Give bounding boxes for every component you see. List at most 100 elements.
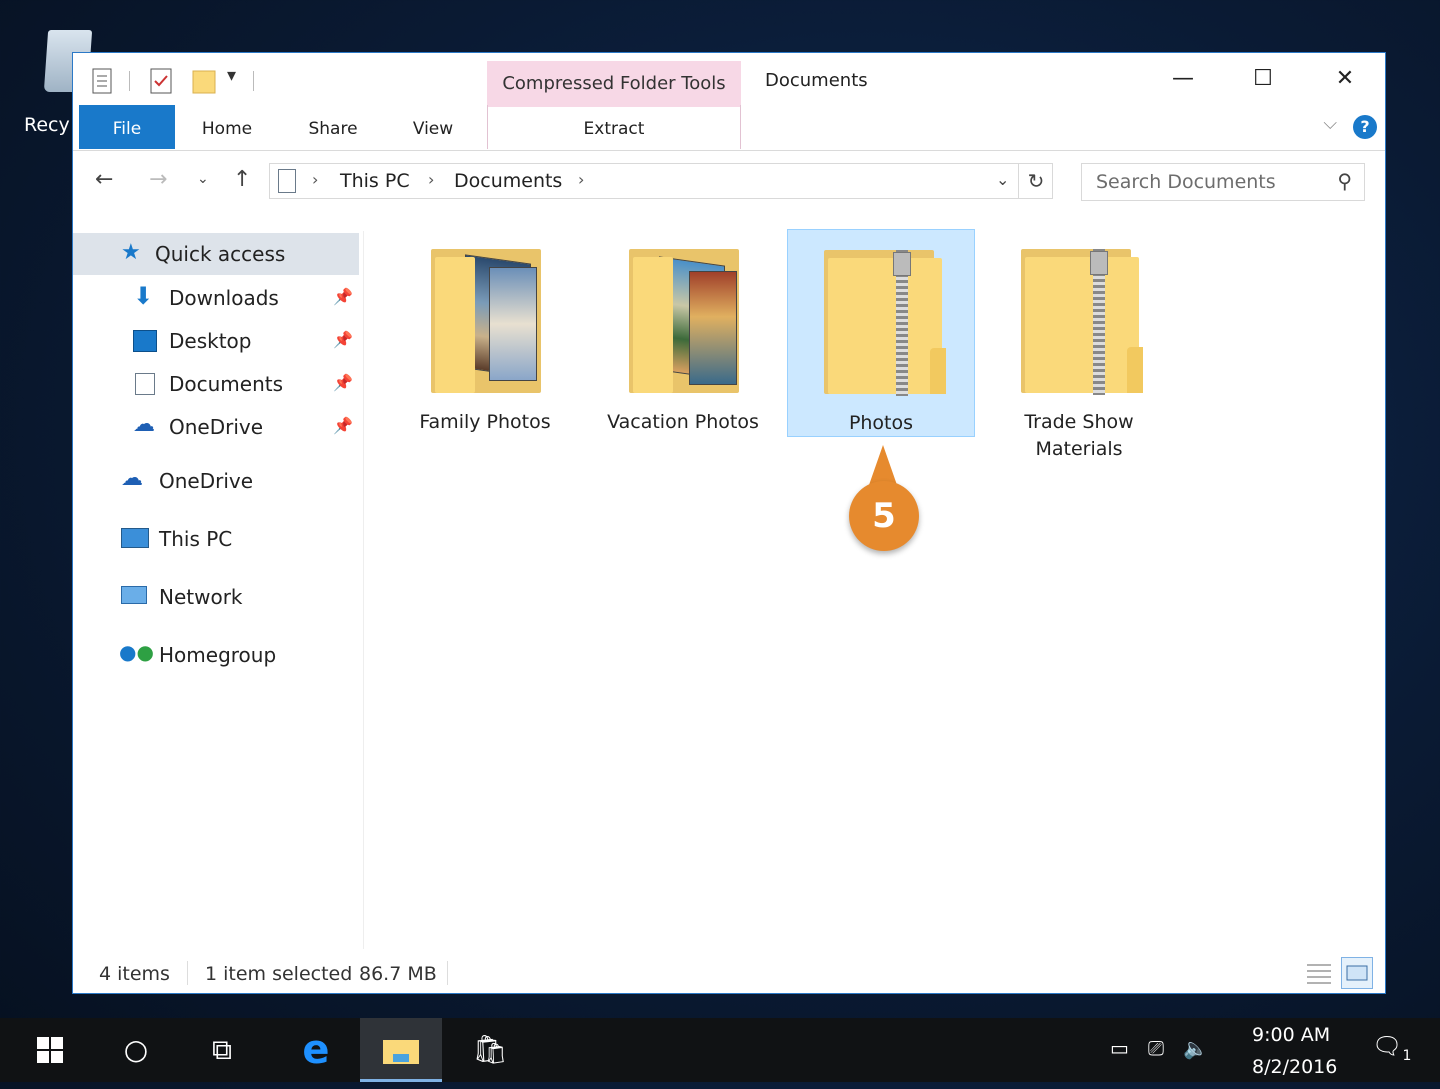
photo-folder-icon xyxy=(431,249,545,393)
clock-date[interactable]: 8/2/2016 xyxy=(1252,1056,1337,1078)
pin-icon[interactable]: 📌 xyxy=(333,287,353,306)
desktop-icon xyxy=(133,330,157,352)
back-icon[interactable]: ← xyxy=(95,167,113,192)
documents-icon xyxy=(135,373,155,395)
item-count: 4 items xyxy=(99,963,170,985)
search-placeholder: Search Documents xyxy=(1096,171,1276,193)
edge-icon[interactable]: e xyxy=(284,1018,348,1082)
sidebar-item-network[interactable]: Network xyxy=(73,576,359,618)
navigation-pane: ★ Quick access ⬇ Downloads 📌 Desktop 📌 D… xyxy=(73,231,364,949)
homegroup-icon: ●● xyxy=(119,640,154,664)
file-item-vacation-photos[interactable]: Vacation Photos xyxy=(589,229,777,437)
sidebar-item-downloads[interactable]: ⬇ Downloads 📌 xyxy=(73,277,359,319)
sidebar-item-documents[interactable]: Documents 📌 xyxy=(73,363,359,405)
checklist-icon[interactable] xyxy=(149,67,173,99)
file-item-family-photos[interactable]: Family Photos xyxy=(391,229,579,437)
breadcrumb-this-pc[interactable]: This PC xyxy=(340,170,410,192)
address-bar[interactable]: › This PC › Documents › ⌄ ↻ xyxy=(269,163,1053,199)
clock-time[interactable]: 9:00 AM xyxy=(1252,1024,1330,1046)
file-explorer-window: ▾ Compressed Folder Tools Documents — ☐ … xyxy=(72,52,1386,994)
sidebar-item-label: Documents xyxy=(169,372,284,396)
tab-file[interactable]: File xyxy=(79,105,175,149)
network-icon xyxy=(121,586,147,604)
sidebar-item-quick-access[interactable]: ★ Quick access xyxy=(73,233,359,275)
breadcrumb-separator: › xyxy=(312,170,319,189)
status-divider xyxy=(447,961,448,985)
file-item-photos[interactable]: Photos xyxy=(787,229,975,437)
store-icon[interactable]: 🛍 xyxy=(458,1018,522,1082)
notification-count: 1 xyxy=(1402,1047,1412,1064)
computer-icon xyxy=(121,528,149,548)
ribbon-collapse-icon[interactable]: ⌵ xyxy=(1323,113,1337,134)
qat-divider-2 xyxy=(253,71,254,91)
status-divider xyxy=(187,961,188,985)
pin-icon[interactable]: 📌 xyxy=(333,416,353,435)
new-folder-icon[interactable] xyxy=(191,67,217,99)
sidebar-item-this-pc[interactable]: This PC xyxy=(73,518,359,560)
sidebar-item-label: Quick access xyxy=(155,242,286,266)
sidebar-item-onedrive[interactable]: ☁ OneDrive xyxy=(73,460,359,502)
sidebar-item-label: OneDrive xyxy=(169,415,264,439)
search-box[interactable]: Search Documents ⚲ xyxy=(1081,163,1365,201)
search-cortana-icon[interactable]: ○ xyxy=(104,1018,168,1082)
pin-icon[interactable]: 📌 xyxy=(333,330,353,349)
file-name: Photos xyxy=(848,412,914,434)
documents-location-icon xyxy=(278,169,296,193)
action-center-icon[interactable]: 🗨1 xyxy=(1372,1032,1411,1064)
file-name: Family Photos xyxy=(419,411,551,433)
sidebar-item-label: Network xyxy=(159,585,243,609)
photo-folder-icon xyxy=(629,249,743,393)
refresh-icon[interactable]: ↻ xyxy=(1018,164,1053,198)
power-icon[interactable]: ▭ xyxy=(1110,1036,1129,1060)
start-button[interactable] xyxy=(18,1018,82,1082)
status-bar: 4 items 1 item selected 86.7 MB xyxy=(73,953,1385,993)
breadcrumb-documents[interactable]: Documents xyxy=(454,170,562,192)
search-icon[interactable]: ⚲ xyxy=(1337,169,1352,193)
address-dropdown-icon[interactable]: ⌄ xyxy=(996,170,1009,189)
details-view-icon[interactable] xyxy=(1303,957,1335,989)
large-icons-view-icon[interactable] xyxy=(1341,957,1373,989)
up-icon[interactable]: ↑ xyxy=(233,167,251,192)
taskbar: ○ ⧉ e 🛍 ▭ ⎚ 🔈 9:00 AM 8/2/2016 🗨1 xyxy=(0,1018,1440,1082)
task-view-icon[interactable]: ⧉ xyxy=(190,1018,254,1082)
sidebar-item-label: Downloads xyxy=(169,286,279,310)
recent-locations-icon[interactable]: ⌄ xyxy=(197,171,209,187)
breadcrumb-separator: › xyxy=(428,170,435,189)
customize-qat-icon[interactable]: ▾ xyxy=(227,65,236,86)
file-explorer-taskbar-icon[interactable] xyxy=(360,1018,442,1082)
minimize-button[interactable]: — xyxy=(1153,61,1213,97)
context-group-title: Compressed Folder Tools xyxy=(502,73,726,94)
tab-view[interactable]: View xyxy=(395,105,471,149)
cloud-icon: ☁ xyxy=(121,466,143,491)
file-name: Vacation Photos xyxy=(607,411,759,433)
cloud-icon: ☁ xyxy=(133,412,155,437)
tab-share[interactable]: Share xyxy=(295,105,371,149)
selection-count: 1 item selected xyxy=(205,963,353,985)
sidebar-item-desktop[interactable]: Desktop 📌 xyxy=(73,320,359,362)
pin-icon[interactable]: 📌 xyxy=(333,373,353,392)
help-icon[interactable]: ? xyxy=(1353,115,1377,139)
callout-pointer xyxy=(869,445,897,485)
volume-icon[interactable]: 🔈 xyxy=(1183,1036,1208,1060)
network-tray-icon[interactable]: ⎚ xyxy=(1148,1036,1164,1060)
zip-folder-icon xyxy=(1021,249,1143,395)
window-title: Documents xyxy=(765,70,868,91)
title-bar: ▾ Compressed Folder Tools Documents — ☐ … xyxy=(73,53,1385,107)
download-arrow-icon: ⬇ xyxy=(133,282,154,310)
sidebar-item-onedrive-pinned[interactable]: ☁ OneDrive 📌 xyxy=(73,406,359,448)
sidebar-item-label: Homegroup xyxy=(159,643,277,667)
forward-icon[interactable]: → xyxy=(149,167,167,192)
recycle-bin-label: Recy xyxy=(24,114,70,136)
properties-icon[interactable] xyxy=(91,67,115,99)
navigation-bar: ← → ⌄ ↑ › This PC › Documents › ⌄ ↻ Sear… xyxy=(73,151,1385,213)
maximize-button[interactable]: ☐ xyxy=(1233,61,1293,97)
qat-divider xyxy=(129,71,130,91)
file-item-trade-show-materials[interactable]: Trade Show Materials xyxy=(985,229,1173,460)
sidebar-item-homegroup[interactable]: ●● Homegroup xyxy=(73,634,359,676)
tab-extract[interactable]: Extract xyxy=(487,105,741,149)
step-callout-badge: 5 xyxy=(849,481,919,551)
close-button[interactable]: ✕ xyxy=(1315,61,1375,97)
star-icon: ★ xyxy=(121,240,141,265)
tab-home[interactable]: Home xyxy=(189,105,265,149)
sidebar-item-label: OneDrive xyxy=(159,469,254,493)
